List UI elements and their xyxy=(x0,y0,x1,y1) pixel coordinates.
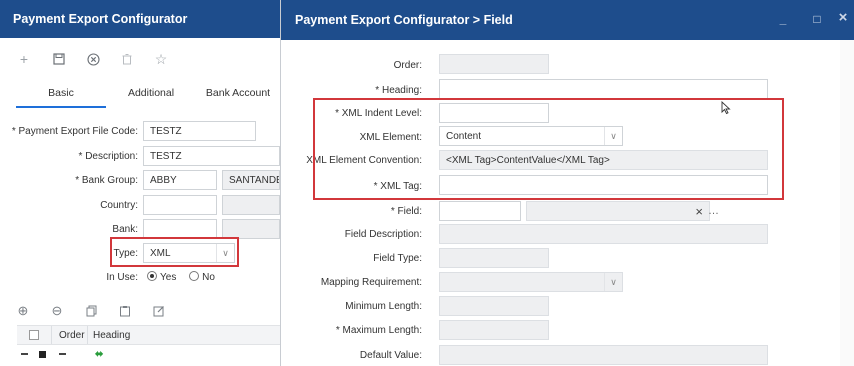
grid-header: Order Heading xyxy=(17,325,280,345)
heading-input[interactable] xyxy=(439,79,768,99)
country-name-field xyxy=(222,195,280,215)
order-label: Order: xyxy=(393,60,422,71)
row-collapse-icon[interactable] xyxy=(21,353,28,355)
tab-basic[interactable]: Basic xyxy=(16,82,106,108)
add-circle-icon[interactable]: ⊕ xyxy=(14,302,32,320)
tab-bank-account[interactable]: Bank Account xyxy=(200,82,276,108)
paste-icon[interactable] xyxy=(116,302,134,320)
more-options-icon[interactable]: … xyxy=(708,205,720,217)
in-use-radio-group: Yes No xyxy=(147,271,215,283)
field-dialog-title-text: Payment Export Configurator > Field xyxy=(295,13,513,27)
column-heading-header[interactable]: Heading xyxy=(93,330,130,341)
save-icon[interactable] xyxy=(48,48,70,70)
field-type-field xyxy=(439,248,549,268)
type-highlight-box xyxy=(110,237,239,267)
table-row[interactable]: ⬌ xyxy=(17,346,280,366)
bank-input[interactable] xyxy=(143,219,217,239)
bank-name-field xyxy=(222,219,280,239)
country-label: Country: xyxy=(100,200,138,211)
radio-unselected-icon xyxy=(189,271,200,281)
order-input xyxy=(439,54,549,74)
bank-group-label: * Bank Group: xyxy=(75,175,138,186)
trash-icon[interactable] xyxy=(116,48,138,70)
field-input[interactable] xyxy=(439,201,521,221)
clear-icon[interactable]: × xyxy=(695,204,703,219)
column-order-header[interactable]: Order xyxy=(59,330,85,341)
mapping-requirement-select[interactable]: ∨ xyxy=(439,272,623,292)
vertical-scrollbar[interactable] xyxy=(840,40,854,366)
star-icon[interactable]: ☆ xyxy=(150,48,172,70)
close-button[interactable]: × xyxy=(835,9,851,26)
field-label: * Field: xyxy=(390,206,422,217)
remove-circle-icon[interactable]: ⊖ xyxy=(48,302,66,320)
minimize-button[interactable]: _ xyxy=(775,12,791,28)
field-type-label: Field Type: xyxy=(373,253,422,264)
in-use-no-radio[interactable]: No xyxy=(189,271,215,283)
copy-icon[interactable] xyxy=(82,302,100,320)
cancel-circle-icon[interactable] xyxy=(82,48,104,70)
detail-tabs: Basic Additional Bank Account xyxy=(16,82,280,108)
in-use-yes-radio[interactable]: Yes xyxy=(147,271,176,283)
default-value-label: Default Value: xyxy=(359,350,422,361)
row-link-icon[interactable]: ⬌ xyxy=(95,349,103,360)
xml-settings-highlight-box xyxy=(313,98,784,200)
main-window: Payment Export Configurator + ☆ Basic Ad… xyxy=(0,0,280,366)
maximum-length-input[interactable] xyxy=(439,320,549,340)
minimum-length-label: Minimum Length: xyxy=(345,301,422,312)
payment-export-file-code-label: * Payment Export File Code: xyxy=(11,126,138,137)
maximum-length-label: * Maximum Length: xyxy=(335,325,422,336)
row-dash-icon xyxy=(59,353,66,355)
bank-group-name-field: SANTANDER xyxy=(222,170,280,190)
mapping-requirement-label: Mapping Requirement: xyxy=(320,277,422,288)
field-dialog-title: Payment Export Configurator > Field _ □ … xyxy=(281,0,854,40)
minimum-length-input[interactable] xyxy=(439,296,549,316)
description-label: * Description: xyxy=(78,151,138,162)
in-use-label: In Use: xyxy=(106,272,138,283)
radio-selected-icon xyxy=(147,271,157,281)
chevron-down-icon: ∨ xyxy=(604,273,622,291)
payment-export-file-code-input[interactable]: TESTZ xyxy=(143,121,256,141)
column-divider xyxy=(87,326,88,344)
tab-additional[interactable]: Additional xyxy=(108,82,194,108)
heading-label: * Heading: xyxy=(375,85,422,96)
default-value-input[interactable] xyxy=(439,345,768,365)
bank-label: Bank: xyxy=(112,224,138,235)
country-input[interactable] xyxy=(143,195,217,215)
field-dialog: Payment Export Configurator > Field _ □ … xyxy=(280,0,854,366)
field-description-field xyxy=(439,224,768,244)
main-window-title: Payment Export Configurator xyxy=(0,0,280,38)
bank-group-input[interactable]: ABBY xyxy=(143,170,217,190)
field-description-label: Field Description: xyxy=(344,229,422,240)
row-checkbox[interactable] xyxy=(39,351,46,358)
column-divider xyxy=(51,326,52,344)
field-name-display: × xyxy=(526,201,710,221)
plus-icon[interactable]: + xyxy=(13,48,35,70)
edit-icon[interactable] xyxy=(150,302,168,320)
maximize-button[interactable]: □ xyxy=(809,12,825,28)
description-input[interactable]: TESTZ xyxy=(143,146,280,166)
select-all-checkbox[interactable] xyxy=(29,330,39,340)
